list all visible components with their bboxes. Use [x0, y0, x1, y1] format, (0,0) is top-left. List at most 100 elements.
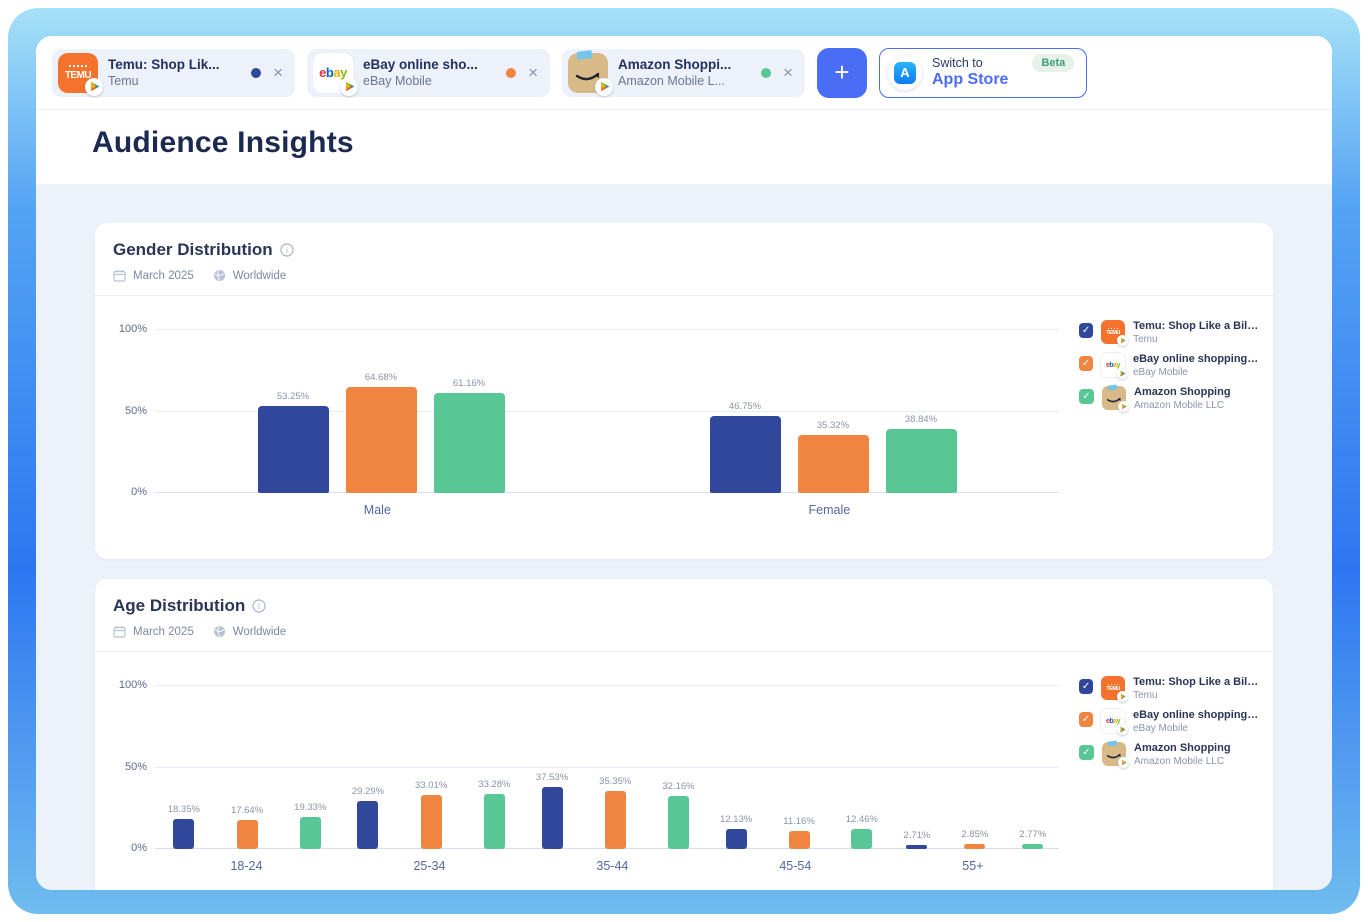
bar-Female[interactable] [798, 435, 869, 493]
tab-title: Amazon Shoppi... [618, 57, 751, 72]
bar-35-44[interactable] [668, 796, 689, 849]
chart-legend: ✓ TEMU Temu: Shop Like a Billio... Temu … [1069, 676, 1265, 873]
series-color-dot [761, 68, 771, 78]
bar-value-label: 35.32% [817, 420, 849, 431]
add-app-button[interactable]: + [817, 48, 867, 98]
switch-to-app-store-button[interactable]: A Switch to App Store Beta [879, 48, 1087, 98]
legend-title: Amazon Shopping [1134, 386, 1231, 398]
bar-25-34[interactable] [421, 795, 442, 849]
gender-distribution-card: Gender Distribution i March 2025 Worldwi… [95, 223, 1273, 559]
close-icon[interactable]: × [271, 64, 285, 81]
bar-group-55+: 2.71%2.85%2.77% [903, 829, 1046, 849]
bar-value-label: 33.01% [415, 780, 447, 791]
google-play-badge-icon [85, 78, 103, 96]
category-label-55+: 55+ [962, 859, 983, 873]
bar-55+[interactable] [906, 845, 927, 849]
close-icon[interactable]: × [781, 64, 795, 81]
bar-18-24[interactable] [300, 817, 321, 849]
bar-value-label: 35.35% [599, 776, 631, 787]
page-title: Audience Insights [92, 126, 1276, 160]
bar-value-label: 17.64% [231, 805, 263, 816]
tab-subtitle: eBay Mobile [363, 74, 496, 88]
bar-45-54[interactable] [726, 829, 747, 849]
bar-value-label: 33.28% [478, 779, 510, 790]
legend-item-amazon[interactable]: ✓ Amazon Shopping Amazon Mobile LLC [1079, 742, 1261, 767]
date-label: March 2025 [133, 270, 194, 282]
app-tab-amazon[interactable]: Amazon Shoppi... Amazon Mobile L... × [562, 49, 805, 97]
legend-title: eBay online shopping & ... [1133, 353, 1261, 365]
globe-icon [213, 269, 226, 282]
info-icon[interactable]: i [252, 599, 266, 613]
y-tick: 0% [109, 486, 147, 498]
bar-55+[interactable] [964, 844, 985, 849]
bar-group-Male: 53.25%64.68%61.16% [258, 372, 505, 493]
tab-title: Temu: Shop Lik... [108, 57, 241, 72]
legend-title: Temu: Shop Like a Billio... [1133, 320, 1261, 332]
category-label-Male: Male [364, 503, 391, 517]
legend-subtitle: Amazon Mobile LLC [1134, 400, 1231, 411]
app-tab-ebay[interactable]: ebay eBay online sho... eBay Mobile × [307, 49, 550, 97]
y-tick: 50% [109, 761, 147, 773]
series-color-dot [251, 68, 261, 78]
checkbox-checked[interactable]: ✓ [1079, 389, 1094, 404]
svg-text:i: i [286, 246, 288, 255]
bar-value-label: 37.53% [536, 772, 568, 783]
age-distribution-card: Age Distribution i March 2025 Worldwide [95, 579, 1273, 890]
legend-title: eBay online shopping & ... [1133, 709, 1261, 721]
bar-25-34[interactable] [484, 794, 505, 849]
legend-item-ebay[interactable]: ✓ ebay eBay online shopping & ... eBay M… [1079, 709, 1261, 734]
close-icon[interactable]: × [526, 64, 540, 81]
app-tab-temu[interactable]: TEMU Temu: Shop Lik... Temu × [52, 49, 295, 97]
bar-18-24[interactable] [237, 820, 258, 849]
legend-title: Amazon Shopping [1134, 742, 1231, 754]
bar-25-34[interactable] [357, 801, 378, 849]
temu-app-icon: TEMU [1101, 676, 1125, 700]
checkbox-checked[interactable]: ✓ [1079, 323, 1093, 338]
bar-Male[interactable] [346, 387, 417, 493]
calendar-icon [113, 269, 126, 282]
chart-legend: ✓ TEMU Temu: Shop Like a Billio... Temu … [1069, 320, 1265, 517]
legend-subtitle: Amazon Mobile LLC [1134, 756, 1231, 767]
bar-18-24[interactable] [173, 819, 194, 849]
tab-subtitle: Temu [108, 74, 241, 88]
bar-Female[interactable] [886, 429, 957, 493]
bar-35-44[interactable] [542, 787, 563, 849]
legend-item-ebay[interactable]: ✓ ebay eBay online shopping & ... eBay M… [1079, 353, 1261, 378]
bar-value-label: 61.16% [453, 378, 485, 389]
ebay-app-icon: ebay [1101, 353, 1125, 377]
bar-value-label: 29.29% [352, 786, 384, 797]
checkbox-checked[interactable]: ✓ [1079, 712, 1093, 727]
category-label-25-34: 25-34 [413, 859, 445, 873]
ebay-app-icon: ebay [313, 53, 353, 93]
info-icon[interactable]: i [280, 243, 294, 257]
bar-value-label: 32.16% [662, 781, 694, 792]
bar-45-54[interactable] [789, 831, 810, 849]
card-title: Gender Distribution [113, 240, 273, 260]
temu-app-icon: TEMU [1101, 320, 1125, 344]
region-label: Worldwide [233, 626, 286, 638]
bar-35-44[interactable] [605, 791, 626, 849]
amazon-app-icon [568, 53, 608, 93]
google-play-badge-icon [340, 78, 358, 96]
category-label-45-54: 45-54 [779, 859, 811, 873]
legend-item-temu[interactable]: ✓ TEMU Temu: Shop Like a Billio... Temu [1079, 676, 1261, 701]
legend-item-amazon[interactable]: ✓ Amazon Shopping Amazon Mobile LLC [1079, 386, 1261, 411]
category-label-35-44: 35-44 [596, 859, 628, 873]
legend-subtitle: Temu [1133, 334, 1261, 345]
bar-Female[interactable] [710, 416, 781, 493]
bar-group-Female: 46.75%35.32%38.84% [710, 401, 957, 493]
switch-to-label: Switch to [932, 56, 1008, 70]
bar-Male[interactable] [434, 393, 505, 493]
checkbox-checked[interactable]: ✓ [1079, 679, 1093, 694]
category-label-Female: Female [809, 503, 851, 517]
bar-55+[interactable] [1022, 844, 1043, 849]
bar-value-label: 46.75% [729, 401, 761, 412]
bar-45-54[interactable] [851, 829, 872, 849]
checkbox-checked[interactable]: ✓ [1079, 745, 1094, 760]
bar-group-25-34: 29.29% 33.01% 33.28% [352, 779, 511, 849]
beta-badge: Beta [1032, 54, 1074, 72]
bar-Male[interactable] [258, 406, 329, 493]
bar-group-18-24: 18.35%17.64%19.33% [168, 802, 327, 849]
checkbox-checked[interactable]: ✓ [1079, 356, 1093, 371]
legend-item-temu[interactable]: ✓ TEMU Temu: Shop Like a Billio... Temu [1079, 320, 1261, 345]
